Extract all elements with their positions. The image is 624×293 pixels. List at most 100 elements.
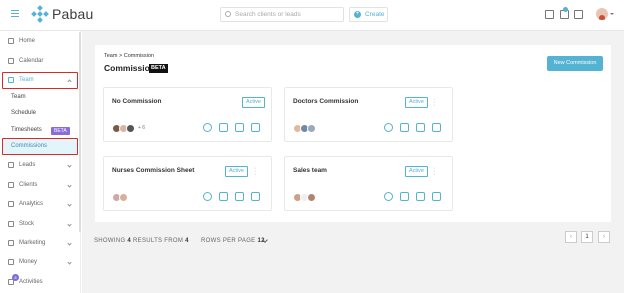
more-count: + 6 bbox=[138, 125, 146, 131]
prev-page-button[interactable]: ‹ bbox=[565, 231, 577, 243]
grid-icon[interactable] bbox=[400, 123, 409, 132]
showing-count: 4 bbox=[127, 238, 132, 244]
sidebar-item-stock[interactable]: Stock bbox=[0, 215, 79, 233]
beta-badge: BETA bbox=[149, 64, 168, 73]
avatar-group: + 6 bbox=[112, 124, 145, 133]
create-label: Create bbox=[365, 11, 385, 18]
marketing-icon bbox=[8, 240, 14, 246]
next-page-button[interactable]: › bbox=[598, 231, 610, 243]
status-badge[interactable]: Active bbox=[242, 97, 265, 108]
sidebar-item-label: Activities bbox=[19, 279, 43, 285]
heart-icon[interactable] bbox=[384, 192, 393, 201]
card-actions bbox=[203, 123, 267, 133]
team-icon bbox=[8, 77, 14, 83]
status-badge[interactable]: Active bbox=[405, 166, 428, 177]
chevron-up-icon bbox=[67, 79, 72, 84]
user-avatar[interactable] bbox=[596, 8, 608, 20]
commission-card[interactable]: Nurses Commission Sheet Active · · · bbox=[103, 156, 272, 211]
pabau-logo-icon bbox=[31, 5, 49, 23]
avatar bbox=[307, 193, 316, 202]
document-icon[interactable] bbox=[416, 192, 425, 201]
sidebar-item-label: Analytics bbox=[19, 201, 44, 207]
sidebar-scrollbar[interactable] bbox=[79, 32, 81, 232]
commission-card[interactable]: Sales team Active · · · bbox=[284, 156, 453, 211]
card-title: Nurses Commission Sheet bbox=[112, 167, 195, 174]
document-icon[interactable] bbox=[416, 123, 425, 132]
breadcrumb[interactable]: Team > Commission bbox=[104, 53, 154, 59]
card-title: Doctors Commission bbox=[293, 98, 359, 105]
sidebar-item-label: Clients bbox=[19, 182, 38, 188]
percent-icon[interactable] bbox=[432, 123, 441, 132]
avatar bbox=[307, 124, 316, 133]
camera-icon[interactable] bbox=[545, 10, 554, 19]
rows-per-page[interactable]: ROWS PER PAGE 12 bbox=[201, 238, 265, 244]
commission-card[interactable]: No Commission Active + 6 bbox=[103, 87, 272, 142]
search-icon bbox=[225, 11, 231, 17]
avatar bbox=[119, 193, 128, 202]
avatar-group bbox=[293, 124, 316, 133]
showing-label: SHOWING bbox=[94, 238, 126, 244]
sidebar-item-home[interactable]: Home bbox=[0, 32, 79, 50]
search-input[interactable]: Search clients or leads bbox=[220, 7, 344, 22]
card-actions bbox=[203, 192, 267, 202]
logo[interactable]: Pabau bbox=[31, 5, 94, 23]
analytics-icon bbox=[8, 201, 14, 207]
results-summary: SHOWING 4 RESULTS FROM 4 bbox=[94, 238, 189, 244]
status-badge[interactable]: Active bbox=[225, 166, 248, 177]
clients-icon bbox=[8, 182, 14, 188]
sidebar-item-calendar[interactable]: Calendar bbox=[0, 52, 79, 70]
sidebar-item-leads[interactable]: Leads bbox=[0, 156, 79, 174]
total-count: 4 bbox=[185, 238, 189, 244]
grid-icon[interactable] bbox=[400, 192, 409, 201]
sidebar-subitem-team[interactable]: Team bbox=[0, 90, 79, 105]
sidebar-item-team[interactable]: Team bbox=[0, 71, 79, 89]
percent-icon[interactable] bbox=[432, 192, 441, 201]
new-commission-button[interactable]: New Commission bbox=[547, 56, 603, 71]
beta-badge: BETA bbox=[51, 127, 70, 135]
status-badge[interactable]: Active bbox=[405, 97, 428, 108]
avatar bbox=[126, 124, 135, 133]
sidebar-item-marketing[interactable]: Marketing bbox=[0, 234, 79, 252]
grid-icon[interactable] bbox=[219, 192, 228, 201]
chevron-down-icon bbox=[67, 183, 72, 188]
sidebar-item-money[interactable]: Money bbox=[0, 253, 79, 271]
chevron-down-icon[interactable] bbox=[610, 13, 614, 15]
sidebar-item-label: Leads bbox=[19, 162, 36, 168]
page-number[interactable]: 1 bbox=[581, 231, 593, 243]
app-name: Pabau bbox=[52, 6, 94, 22]
percent-icon[interactable] bbox=[251, 123, 260, 132]
heart-icon[interactable] bbox=[384, 123, 393, 132]
heart-icon[interactable] bbox=[203, 123, 212, 132]
sidebar-item-analytics[interactable]: Analytics bbox=[0, 195, 79, 213]
sidebar-item-label: Stock bbox=[19, 221, 35, 227]
more-options-icon[interactable]: · · · bbox=[433, 165, 436, 178]
notification-badge bbox=[563, 7, 568, 12]
grid-icon[interactable] bbox=[219, 123, 228, 132]
heart-icon[interactable] bbox=[203, 192, 212, 201]
chevron-down-icon bbox=[67, 260, 72, 265]
menu-icon[interactable] bbox=[11, 10, 19, 18]
page-title: Commission bbox=[104, 63, 156, 73]
results-from-label: RESULTS FROM bbox=[133, 238, 184, 244]
percent-icon[interactable] bbox=[251, 192, 260, 201]
search-placeholder: Search clients or leads bbox=[235, 11, 301, 18]
document-icon[interactable] bbox=[235, 192, 244, 201]
plus-icon: + bbox=[354, 11, 361, 18]
card-title: Sales team bbox=[293, 167, 327, 174]
card-actions bbox=[384, 192, 448, 202]
sidebar-subitem-commissions[interactable]: Commissions bbox=[0, 139, 79, 154]
commission-card[interactable]: Doctors Commission Active · · · bbox=[284, 87, 453, 142]
sidebar-item-label: Money bbox=[19, 259, 38, 265]
create-button[interactable]: + Create bbox=[349, 7, 388, 22]
chevron-down-icon bbox=[67, 222, 72, 227]
stock-icon bbox=[8, 221, 14, 227]
document-icon[interactable] bbox=[235, 123, 244, 132]
more-options-icon[interactable]: · · · bbox=[254, 165, 257, 178]
sidebar-subitem-schedule[interactable]: Schedule bbox=[0, 106, 79, 121]
calendar-check-icon[interactable] bbox=[574, 10, 583, 19]
more-options-icon[interactable]: · · · bbox=[433, 96, 436, 109]
money-icon bbox=[8, 259, 14, 265]
sidebar-item-clients[interactable]: Clients bbox=[0, 176, 79, 194]
activities-count-badge: 8 bbox=[12, 274, 19, 281]
calendar-icon bbox=[8, 58, 14, 64]
